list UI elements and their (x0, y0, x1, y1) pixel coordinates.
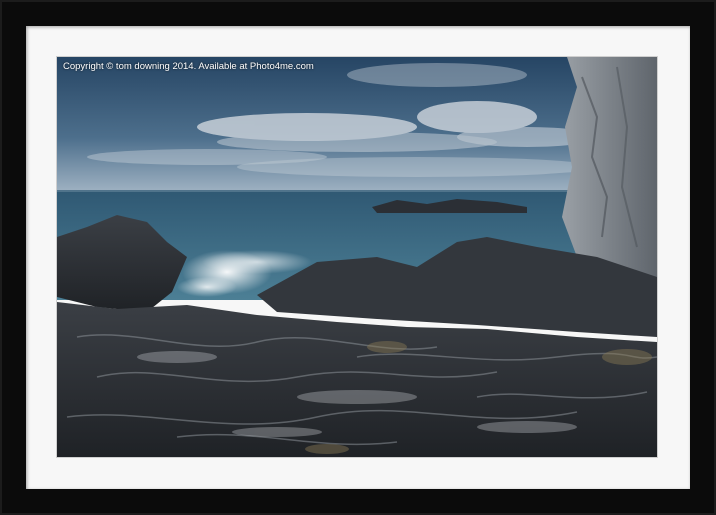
watermark-caption: Copyright © tom downing 2014. Available … (63, 61, 314, 72)
photo-art (57, 57, 657, 457)
rocky-coast-photo: Copyright © tom downing 2014. Available … (57, 57, 657, 457)
